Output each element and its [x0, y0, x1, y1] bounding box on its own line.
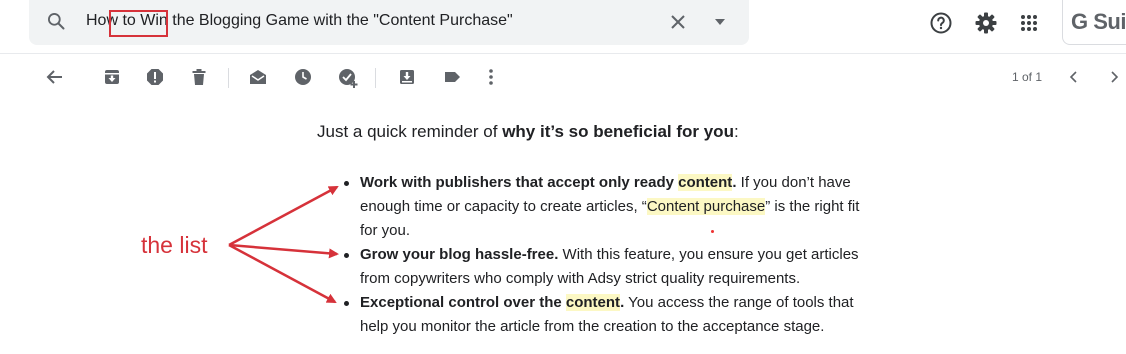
stray-mark [711, 230, 714, 233]
annotation-arrows [228, 185, 339, 304]
annotation-arrow-top [228, 185, 339, 247]
